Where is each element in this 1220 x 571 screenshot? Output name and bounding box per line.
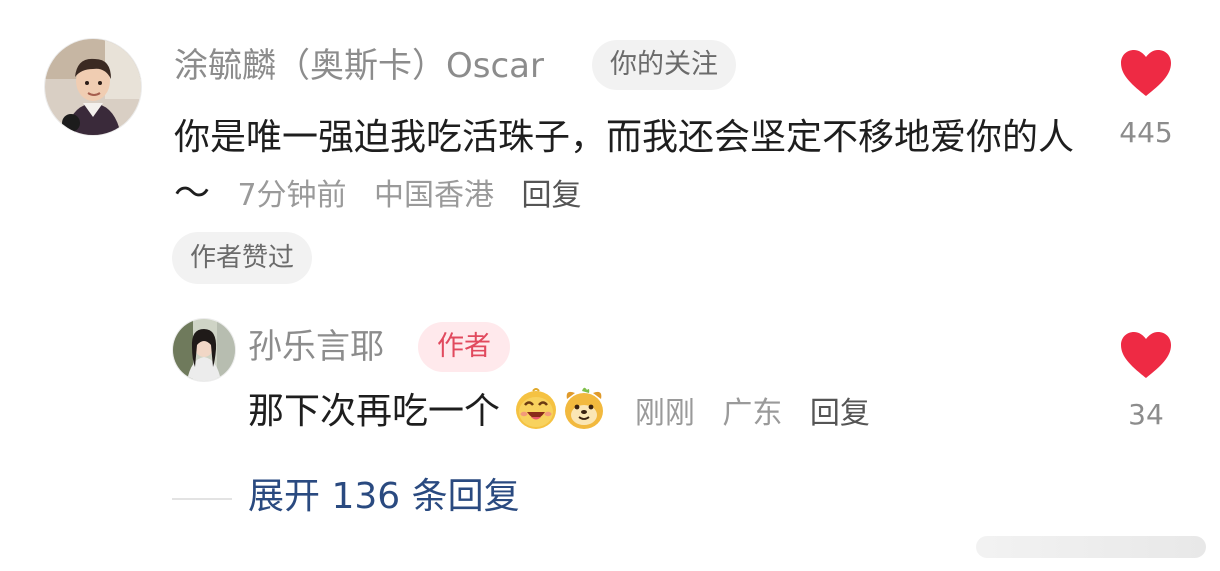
- comment-location: 中国香港: [374, 178, 495, 213]
- comment-body: 你是唯一强迫我吃活珠子，而我还会坚定不移地爱你的人～ 7分钟前 中国香港 回复: [174, 110, 1074, 224]
- laughing-face-emoji: [513, 385, 559, 431]
- comment-thread: 涂毓麟（奥斯卡）Oscar 你的关注 你是唯一强迫我吃活珠子，而我还会坚定不移地…: [0, 0, 1220, 571]
- reply-text: 那下次再吃一个: [248, 391, 501, 432]
- comment-like-count: 445: [1119, 116, 1173, 149]
- comment-reply-button[interactable]: 回复: [521, 178, 581, 213]
- reply-like-count: 34: [1128, 398, 1164, 431]
- expand-divider: [172, 498, 232, 500]
- author-liked-badge: 作者赞过: [172, 232, 313, 284]
- dog-face-emoji: [561, 385, 607, 431]
- reply-time: 刚刚: [634, 396, 695, 431]
- reply-reply-button[interactable]: 回复: [810, 396, 870, 431]
- watermark: [976, 536, 1206, 558]
- reply-location: 广东: [722, 396, 783, 431]
- author-tag: 作者: [418, 322, 510, 372]
- expand-replies-link[interactable]: 展开 136 条回复: [248, 474, 520, 520]
- comment-like-button[interactable]: 445: [1106, 48, 1186, 150]
- reply-username[interactable]: 孙乐言耶: [248, 327, 384, 367]
- comment-time: 7分钟前: [237, 178, 347, 213]
- following-tag: 你的关注: [592, 40, 736, 90]
- heart-icon: [1121, 50, 1171, 96]
- commenter-username[interactable]: 涂毓麟（奥斯卡）Oscar: [174, 46, 544, 86]
- reply-like-button[interactable]: 34: [1106, 330, 1186, 432]
- reply-body: 那下次再吃一个 刚刚 广东 回复: [248, 384, 870, 442]
- avatar-main-commenter[interactable]: [44, 38, 142, 136]
- heart-icon: [1121, 332, 1171, 378]
- avatar-reply-author[interactable]: [172, 318, 236, 382]
